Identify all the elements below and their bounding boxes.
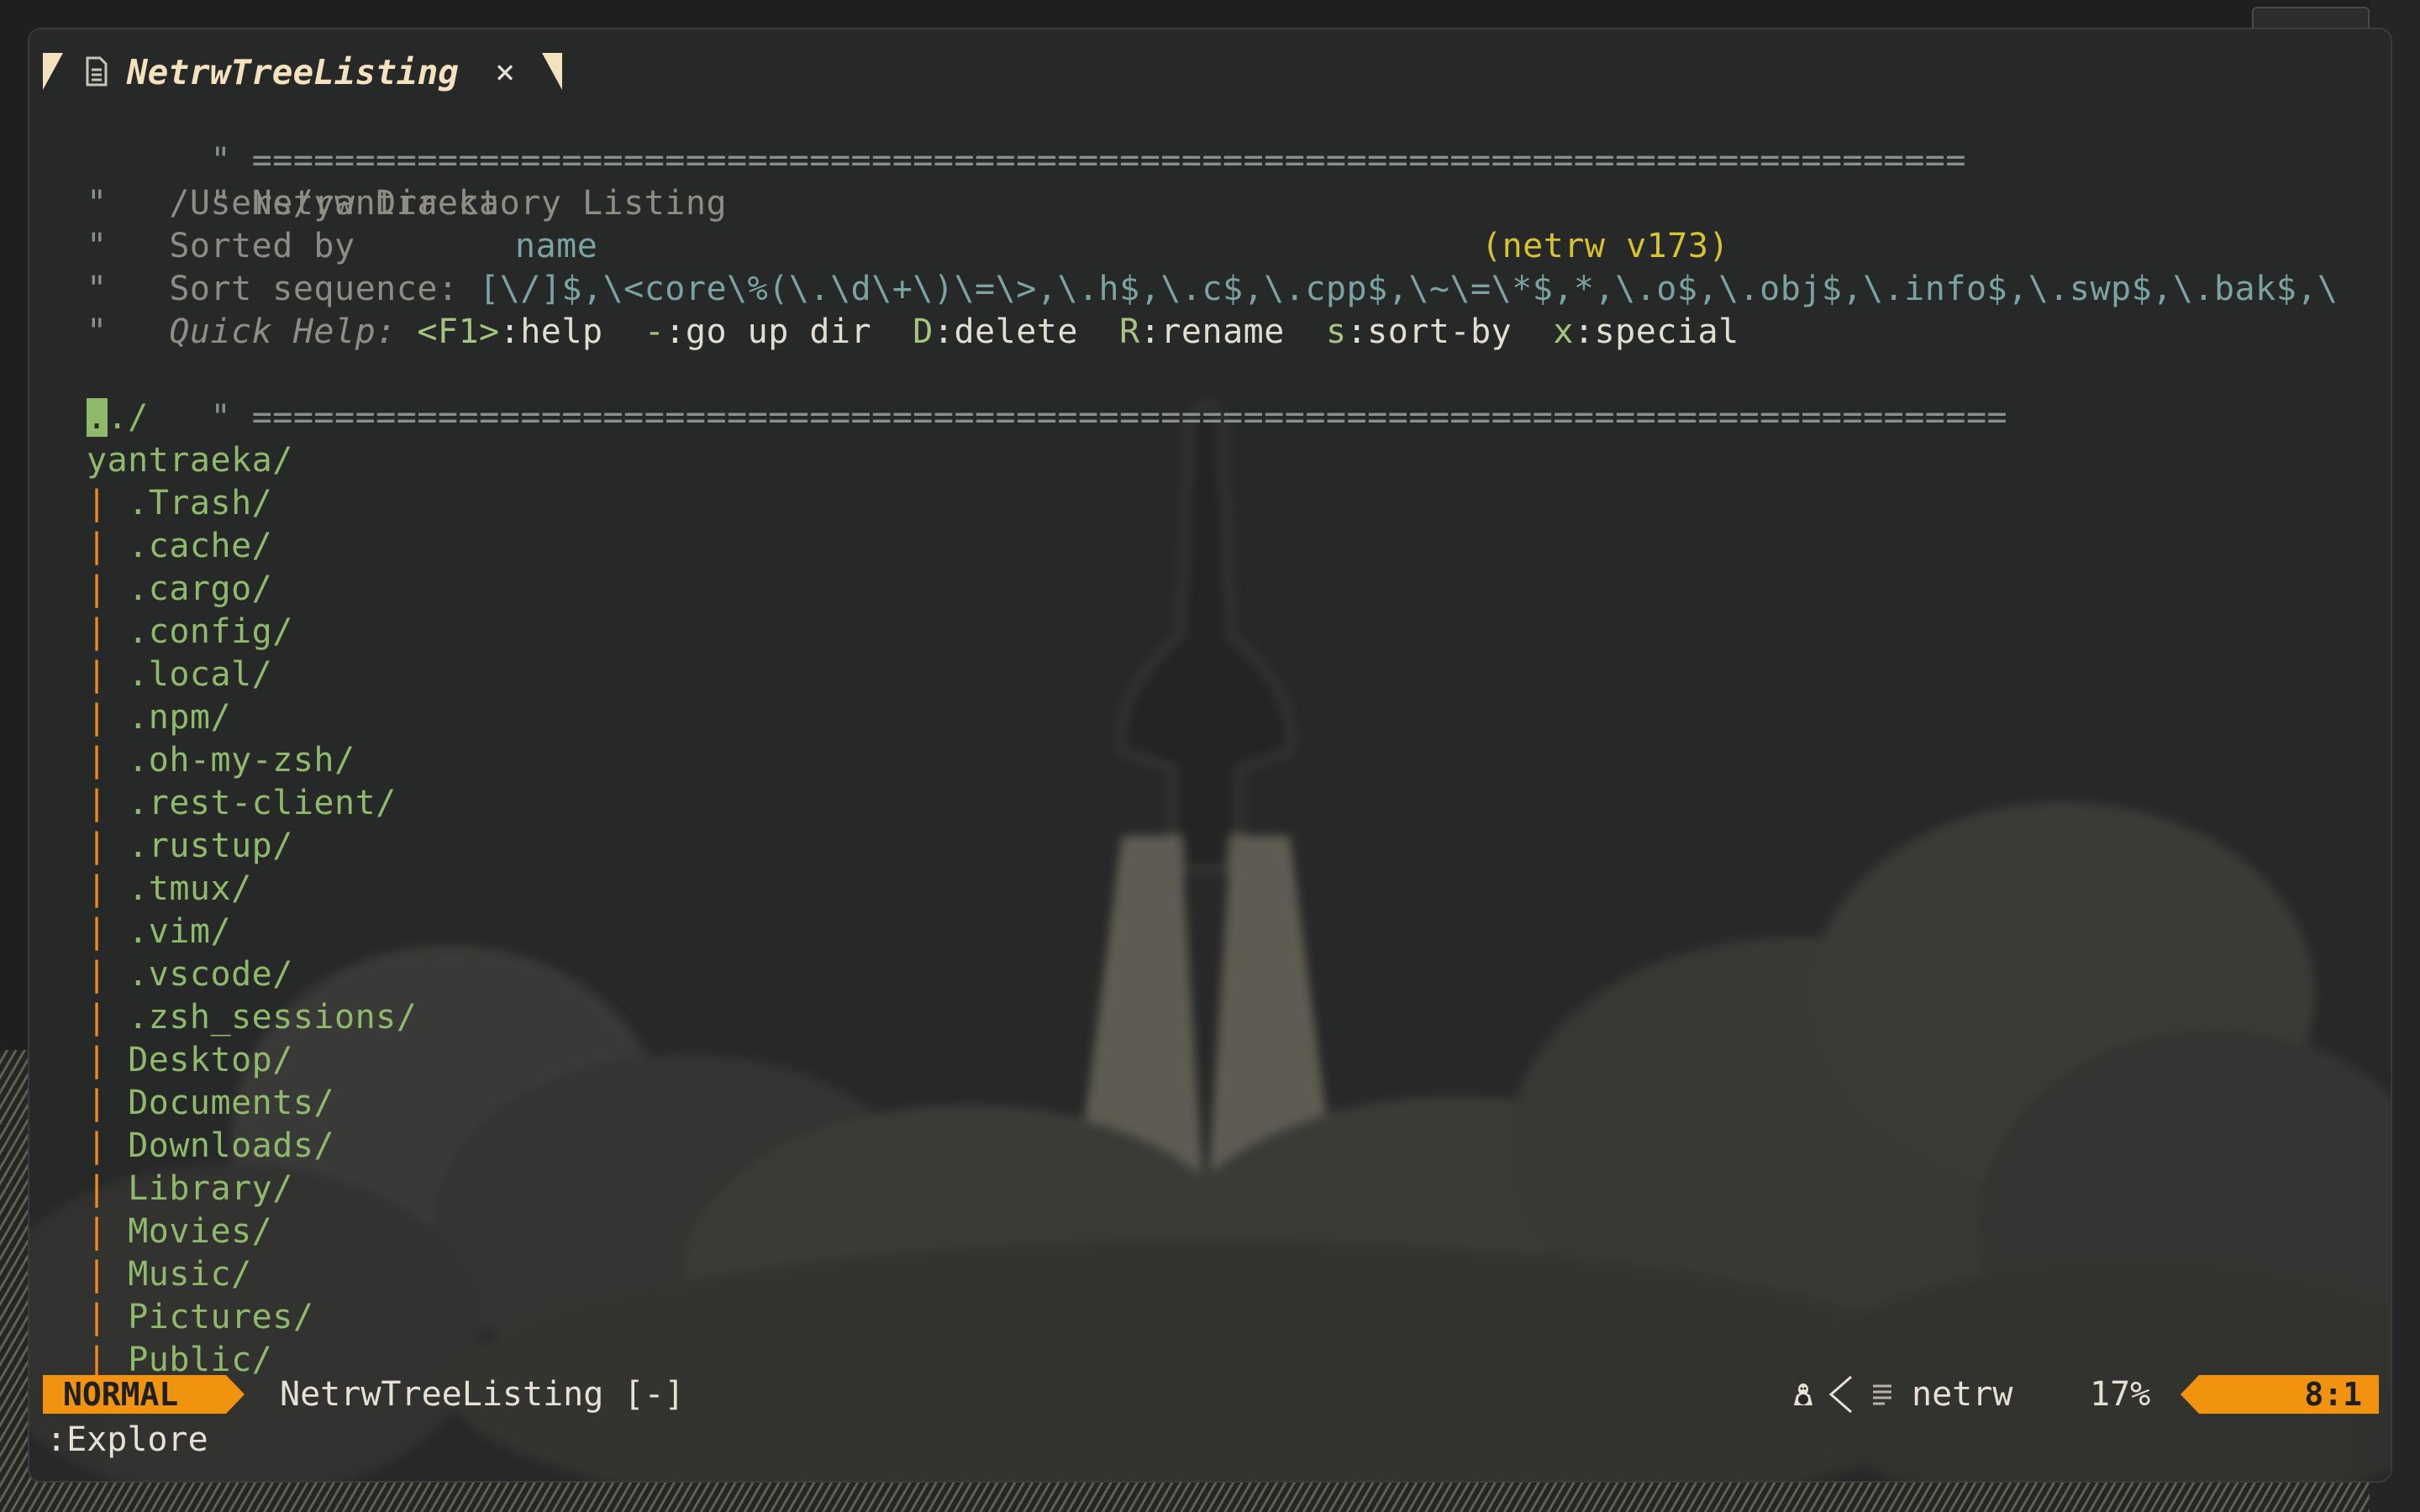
tree-entry-label: .rustup/: [128, 827, 293, 865]
tree-branch-glyph: |: [87, 570, 108, 608]
tree-branch-glyph: |: [87, 1298, 108, 1336]
tree-branch-glyph: |: [87, 1084, 108, 1122]
header-path-line: " /Users/yantraeka: [87, 184, 500, 223]
tree-entry-label: .config/: [128, 612, 293, 651]
terminal-window[interactable]: NetrwTreeListing × " ===================…: [28, 28, 2392, 1483]
tree-entry[interactable]: | .rustup/: [87, 825, 293, 868]
status-right-section: netrw 17% 8:1: [1791, 1373, 2379, 1415]
tree-entry-label: .oh-my-zsh/: [128, 741, 355, 780]
mode-arrow-icon: [226, 1375, 245, 1414]
header-sort-sequence-line: " Sort sequence: [\/]$,\<core\%(\.\d\+\)…: [87, 270, 2338, 308]
tab-title[interactable]: NetrwTreeListing: [127, 51, 459, 93]
tree-entry[interactable]: | .oh-my-zsh/: [87, 739, 355, 782]
tree-entry-label: .local/: [128, 655, 273, 694]
tree-branch-glyph: |: [87, 869, 108, 908]
tree-entry-label: Desktop/: [128, 1041, 293, 1079]
text-cursor: .: [87, 398, 108, 437]
tree-branch-glyph: |: [87, 784, 108, 822]
tab-bar: NetrwTreeListing ×: [43, 45, 631, 95]
tree-branch-glyph: |: [87, 655, 108, 694]
tree-entry[interactable]: | .zsh_sessions/: [87, 996, 417, 1039]
tree-entry-label: .tmux/: [128, 869, 252, 908]
file-icon: [86, 56, 108, 87]
tree-entry[interactable]: | .cache/: [87, 525, 272, 568]
tree-entry[interactable]: | .npm/: [87, 696, 231, 739]
lines-icon: [1873, 1384, 1891, 1405]
scroll-percent: 17%: [2090, 1375, 2151, 1414]
tree-entry-label: .Trash/: [128, 484, 273, 522]
header-title-line: " Netrw Directory Listing (netrw v173): [87, 139, 1729, 265]
tree-entry-label: .vscode/: [128, 955, 293, 994]
tree-entry[interactable]: | .config/: [87, 611, 293, 654]
quick-help-label: Quick Help:: [169, 312, 418, 351]
current-path: /Users/yantraeka: [169, 184, 500, 223]
tree-entry[interactable]: | .local/: [87, 654, 272, 696]
header-sorted-line: " Sorted by name: [87, 225, 597, 268]
tree-branch-glyph: |: [87, 1212, 108, 1251]
tree-entry[interactable]: | Music/: [87, 1253, 252, 1296]
tree-entry-label: .cargo/: [128, 570, 273, 608]
tree-entry[interactable]: | .tmux/: [87, 868, 252, 911]
tree-entry-label: .rest-client/: [128, 784, 397, 822]
tree-entry[interactable]: | .vim/: [87, 911, 231, 953]
status-filename: NetrwTreeListing [-]: [280, 1375, 685, 1414]
tree-branch-glyph: |: [87, 527, 108, 565]
tree-branch-glyph: |: [87, 827, 108, 865]
tree-entry-label: .npm/: [128, 698, 232, 737]
filetype: netrw: [1912, 1375, 2013, 1414]
tree-branch-glyph: |: [87, 612, 108, 651]
tree-entry-label: .vim/: [128, 912, 232, 951]
tree-branch-glyph: |: [87, 741, 108, 780]
tree-entry-label: Pictures/: [128, 1298, 314, 1336]
linux-icon: [1794, 1383, 1812, 1405]
tree-branch-glyph: |: [87, 955, 108, 994]
tree-branch-glyph: |: [87, 698, 108, 737]
tree-entry-label: .zsh_sessions/: [128, 998, 418, 1037]
tree-entry-label: Movies/: [128, 1212, 273, 1251]
tab-close-icon[interactable]: ×: [495, 51, 515, 93]
tree-branch-glyph: |: [87, 912, 108, 951]
tree-branch-glyph: |: [87, 1255, 108, 1294]
tree-current-dir[interactable]: ../: [87, 396, 149, 439]
sorted-by-value: name: [515, 227, 598, 265]
tree-branch-glyph: |: [87, 1126, 108, 1165]
tree-entry[interactable]: | Downloads/: [87, 1125, 334, 1168]
tree-root-dir[interactable]: yantraeka/: [87, 439, 293, 482]
command-line[interactable]: :Explore: [46, 1419, 208, 1461]
tree-branch-glyph: |: [87, 1041, 108, 1079]
header-rule-top: " ======================================…: [210, 141, 1966, 180]
cursor-position: 8:1: [2199, 1375, 2379, 1414]
header-quick-help-line: " Quick Help: <F1>:help -:go up dir D:de…: [87, 312, 1739, 351]
tree-entry[interactable]: | Movies/: [87, 1210, 272, 1253]
tab-separator-left-icon: [43, 53, 63, 90]
mode-indicator: NORMAL: [43, 1375, 226, 1414]
tree-entry[interactable]: | Pictures/: [87, 1296, 313, 1339]
tree-entry[interactable]: | Library/: [87, 1168, 293, 1210]
tree-branch-glyph: |: [87, 998, 108, 1037]
tree-entry-label: Documents/: [128, 1084, 335, 1122]
statusline: NORMAL NetrwTreeListing [-] netrw 17% 8:…: [43, 1373, 2379, 1415]
tree-entry-label: Downloads/: [128, 1126, 335, 1165]
tree-entry[interactable]: | .rest-client/: [87, 782, 397, 825]
tree-entry[interactable]: | Desktop/: [87, 1039, 293, 1082]
tree-entry[interactable]: | Documents/: [87, 1082, 334, 1125]
tree-entry-label: Music/: [128, 1255, 252, 1294]
tree-entry-label: .cache/: [128, 527, 273, 565]
tab-separator-right-icon: [542, 53, 562, 90]
position-arrow-icon: [2181, 1375, 2199, 1414]
tree-entry-label: Library/: [128, 1169, 293, 1208]
header-rule-bottom: " ======================================…: [210, 398, 2008, 437]
tree-entry[interactable]: | .cargo/: [87, 568, 272, 611]
netrw-version: (netrw v173): [1481, 227, 1729, 265]
sort-sequence-value: [\/]$,\<core\%(\.\d\+\)\=\>,\.h$,\.c$,\.…: [479, 270, 2338, 308]
chevron-left-icon: [1828, 1375, 1852, 1414]
tree-entry[interactable]: | .vscode/: [87, 953, 293, 996]
tree-entry[interactable]: | .Trash/: [87, 482, 272, 525]
tree-branch-glyph: |: [87, 484, 108, 522]
tree-branch-glyph: |: [87, 1169, 108, 1208]
